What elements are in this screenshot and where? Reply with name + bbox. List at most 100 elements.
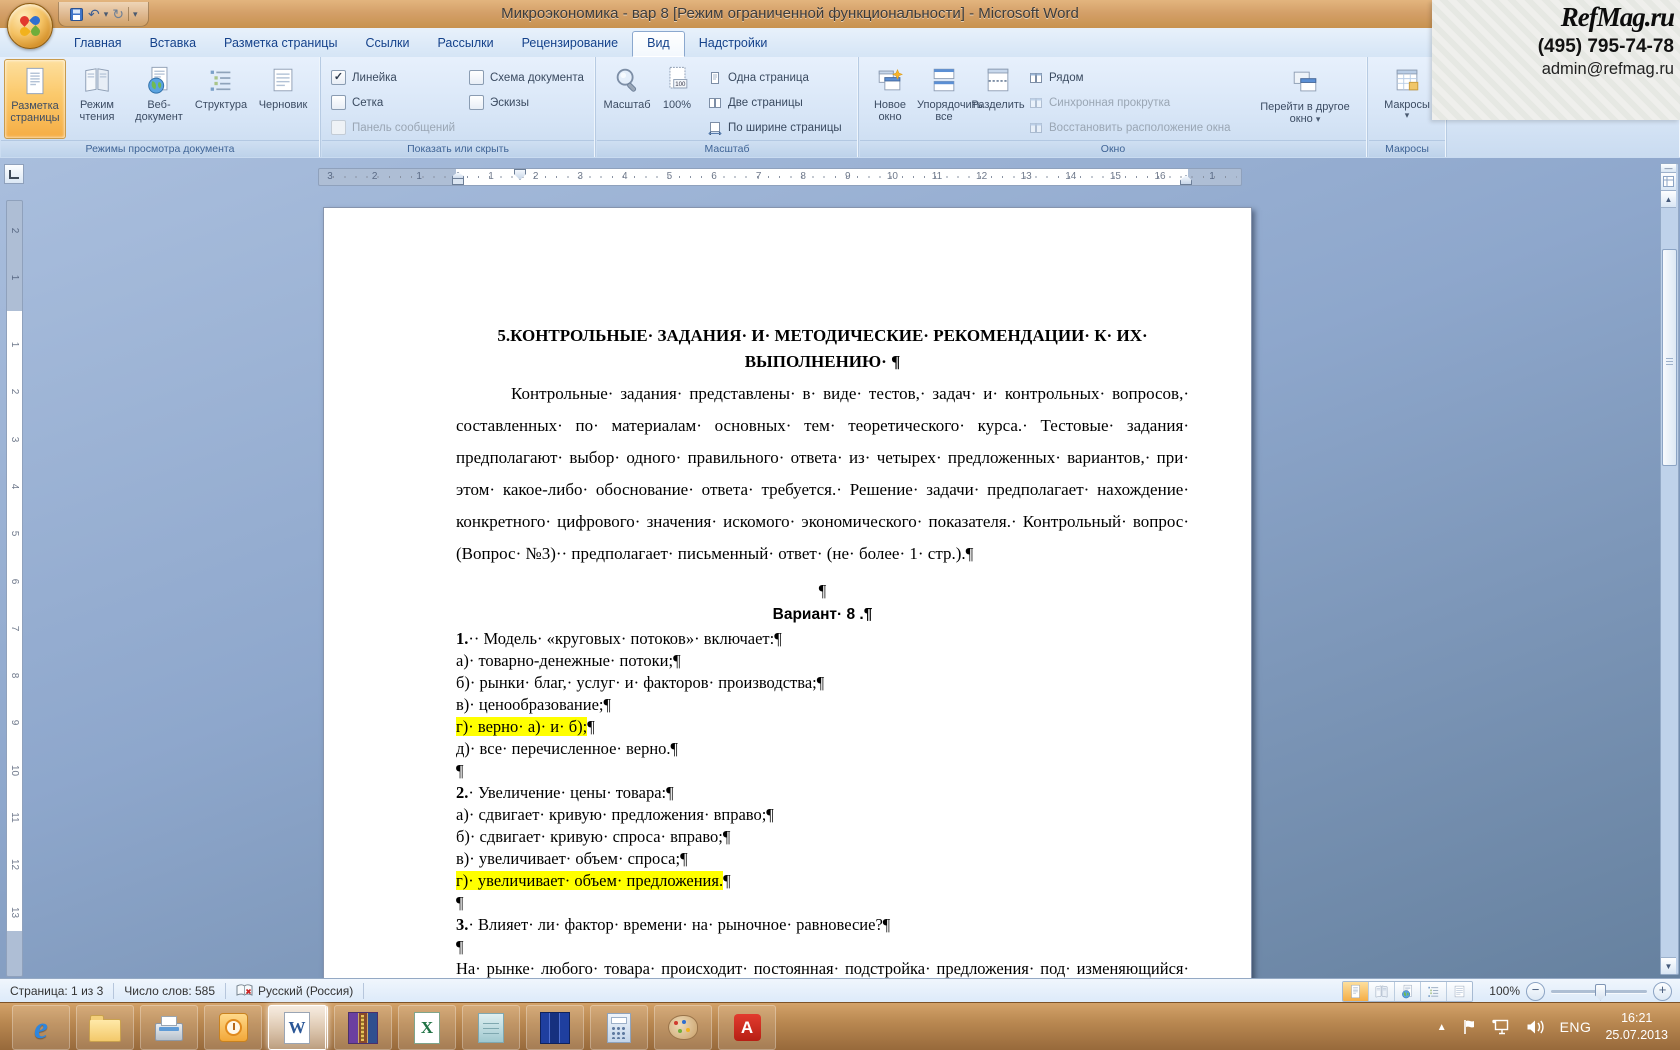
list-number: 2. <box>456 783 468 802</box>
taskbar-outlook[interactable] <box>204 1005 262 1050</box>
draft-view-button[interactable] <box>1447 982 1472 1001</box>
taskbar-adobe-reader[interactable]: A <box>718 1005 776 1050</box>
taskbar-fax-and-scan[interactable] <box>140 1005 198 1050</box>
ruler-number: 3 <box>9 432 20 447</box>
page-number-status[interactable]: Страница: 1 из 3 <box>0 979 113 1003</box>
vertical-ruler[interactable]: 2112345678910111213 <box>6 200 23 977</box>
taskbar-paint[interactable] <box>654 1005 712 1050</box>
answer-text: б)· сдвигает· кривую· спроса· вправо; <box>456 827 723 846</box>
taskbar-excel[interactable]: X <box>398 1005 456 1050</box>
synchronous-scrolling-button[interactable]: Синхронная прокрутка <box>1029 90 1239 115</box>
show-hidden-icons[interactable]: ▲ <box>1437 1022 1447 1033</box>
tab-review[interactable]: Рецензирование <box>508 31 633 57</box>
document-page[interactable]: 5.КОНТРОЛЬНЫЕ· ЗАДАНИЯ· И· МЕТОДИЧЕСКИЕ·… <box>323 207 1252 980</box>
undo-icon[interactable]: ↶ <box>88 7 100 21</box>
taskbar-sticky-notes[interactable] <box>462 1005 520 1050</box>
one-page-button[interactable]: Одна страница <box>708 65 842 90</box>
scroll-down-icon[interactable]: ▼ <box>1661 957 1676 974</box>
customize-qat-icon[interactable]: ▾ <box>133 9 138 20</box>
taskbar-word[interactable]: W <box>268 1005 328 1050</box>
gridlines-checkbox[interactable]: Сетка <box>331 90 455 115</box>
full-screen-reading-button[interactable]: Режим чтения <box>66 59 128 139</box>
document-line[interactable]: в)· увеличивает· объем· спроса;¶ <box>456 848 1189 870</box>
zoom-slider[interactable] <box>1551 990 1647 993</box>
new-window-button[interactable]: Новое окно <box>863 59 917 139</box>
document-line[interactable]: ¶ <box>456 936 1189 958</box>
thumbnails-checkbox[interactable]: Эскизы <box>469 90 584 115</box>
document-line[interactable]: ¶ <box>456 892 1189 914</box>
ruler-toggle-button[interactable] <box>1661 173 1676 191</box>
document-line[interactable]: 3.· Влияет· ли· фактор· времени· на· рын… <box>456 914 1189 936</box>
zoom-level[interactable]: 100% <box>1489 984 1520 998</box>
zoom-button[interactable]: Масштаб <box>600 59 654 139</box>
tab-home[interactable]: Главная <box>60 31 136 57</box>
taskbar-winrar[interactable] <box>334 1005 392 1050</box>
taskbar-calculator[interactable] <box>590 1005 648 1050</box>
outline-view-button[interactable] <box>1421 982 1447 1001</box>
macros-button[interactable]: Макросы ▾ <box>1375 59 1439 139</box>
scroll-up-icon[interactable]: ▲ <box>1661 191 1676 208</box>
volume-icon[interactable] <box>1525 1019 1546 1035</box>
tab-mailings[interactable]: Рассылки <box>423 31 507 57</box>
taskbar-internet-explorer[interactable]: e <box>12 1005 70 1050</box>
page-width-button[interactable]: По ширине страницы <box>708 115 842 140</box>
split-button[interactable]: Разделить <box>971 59 1025 139</box>
document-line[interactable]: а)· сдвигает· кривую· предложения· вправ… <box>456 804 1189 826</box>
left-indent-marker[interactable] <box>452 178 464 185</box>
tab-insert[interactable]: Вставка <box>136 31 210 57</box>
document-line[interactable]: 2.· Увеличение· цены· товара:¶ <box>456 782 1189 804</box>
proofing-status[interactable]: Русский (Россия) <box>226 979 363 1003</box>
action-center-flag-icon[interactable] <box>1461 1018 1477 1036</box>
zoom-slider-thumb[interactable] <box>1595 984 1606 1001</box>
reset-window-position-button[interactable]: Восстановить расположение окна <box>1029 115 1239 140</box>
document-line[interactable]: 1.·· Модель· «круговых· потоков»· включа… <box>456 628 1189 650</box>
two-pages-button[interactable]: Две страницы <box>708 90 842 115</box>
ruler-checkbox[interactable]: ✓Линейка <box>331 65 455 90</box>
document-line[interactable]: а)· товарно-денежные· потоки;¶ <box>456 650 1189 672</box>
horizontal-ruler[interactable]: 321123456789101112131415161 <box>318 168 1242 186</box>
zoom-100-button[interactable]: 100 100% <box>654 59 700 139</box>
web-layout-button[interactable]: Веб-документ <box>128 59 190 139</box>
checkbox-label: Панель сообщений <box>352 122 455 134</box>
document-line[interactable]: г)· увеличивает· объем· предложения.¶ <box>456 870 1189 892</box>
arrange-all-button[interactable]: Упорядочить все <box>917 59 971 139</box>
web-view-button[interactable] <box>1395 982 1421 1001</box>
tab-stop-selector[interactable] <box>4 164 24 184</box>
office-button[interactable] <box>7 3 53 49</box>
save-icon[interactable] <box>69 7 84 22</box>
tab-references[interactable]: Ссылки <box>351 31 423 57</box>
tab-view[interactable]: Вид <box>632 31 685 57</box>
document-line[interactable]: в)· ценообразование;¶ <box>456 694 1189 716</box>
outline-button[interactable]: Структура <box>190 59 252 139</box>
language-indicator[interactable]: ENG <box>1560 1019 1592 1035</box>
reading-view-button[interactable] <box>1369 982 1395 1001</box>
document-line[interactable]: б)· сдвигает· кривую· спроса· вправо;¶ <box>456 826 1189 848</box>
print-layout-view-button[interactable] <box>1343 982 1369 1001</box>
tab-add-ins[interactable]: Надстройки <box>685 31 782 57</box>
redo-icon[interactable]: ↻ <box>112 7 124 21</box>
word-window: ↶ ▾ ↻ ▾ Микроэкономика - вар 8 [Режим ог… <box>0 0 1680 1050</box>
message-bar-checkbox[interactable]: Панель сообщений <box>331 115 455 140</box>
document-line[interactable]: д)· все· перечисленное· верно.¶ <box>456 738 1189 760</box>
clock[interactable]: 16:21 25.07.2013 <box>1605 1010 1674 1044</box>
document-line[interactable]: ¶ <box>456 760 1189 782</box>
taskbar-library[interactable] <box>526 1005 584 1050</box>
undo-dropdown-icon[interactable]: ▾ <box>104 9 109 20</box>
draft-button[interactable]: Черновик <box>252 59 314 139</box>
word-count-status[interactable]: Число слов: 585 <box>114 979 225 1003</box>
zoom-in-button[interactable]: + <box>1653 982 1672 1001</box>
vertical-scrollbar[interactable]: — ▲ ▼ <box>1660 163 1679 975</box>
switch-windows-button[interactable]: Перейти в другое окно ▾ <box>1257 61 1353 141</box>
taskbar-windows-explorer[interactable] <box>76 1005 134 1050</box>
document-line[interactable]: г)· верно· а)· и· б);¶ <box>456 716 1189 738</box>
document-line[interactable]: б)· рынки· благ,· услуг· и· факторов· пр… <box>456 672 1189 694</box>
svg-text:100: 100 <box>675 81 686 88</box>
view-side-by-side-button[interactable]: Рядом <box>1029 65 1239 90</box>
network-icon[interactable] <box>1491 1018 1511 1036</box>
scrollbar-thumb[interactable] <box>1662 249 1677 466</box>
split-handle[interactable]: — <box>1661 164 1676 173</box>
document-map-checkbox[interactable]: Схема документа <box>469 65 584 90</box>
zoom-out-button[interactable]: − <box>1526 982 1545 1001</box>
tab-page-layout[interactable]: Разметка страницы <box>210 31 351 57</box>
print-layout-button[interactable]: Разметка страницы <box>4 59 66 139</box>
